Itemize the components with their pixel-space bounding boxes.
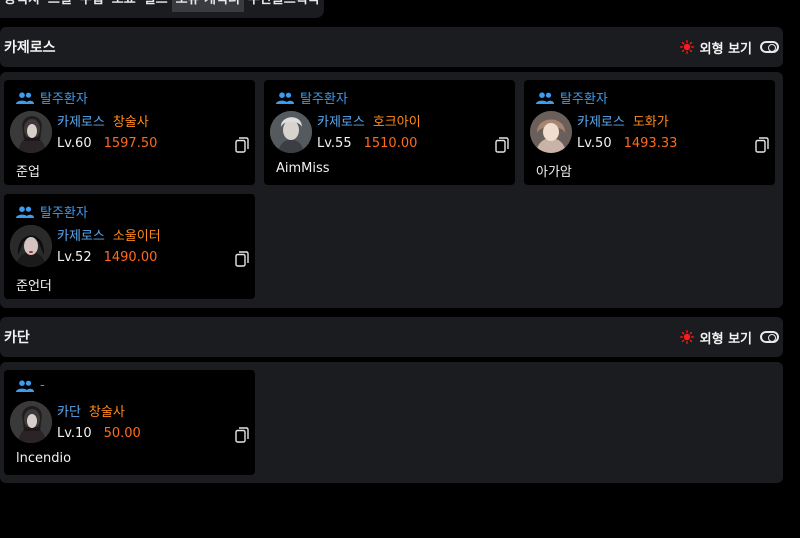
appearance-toggle[interactable]: 외형 보기 (679, 328, 779, 347)
character-class: 창술사 (88, 405, 125, 420)
item-level: 1597.50 (103, 136, 158, 151)
toggle-switch-icon[interactable] (760, 41, 779, 53)
character-card[interactable]: - 카단 창술사 Lv.10 50.00 lncendio (4, 370, 255, 475)
character-level: Lv.52 (57, 250, 92, 265)
copy-icon[interactable] (235, 427, 249, 443)
people-icon (536, 91, 554, 104)
avatar (10, 401, 52, 443)
guild-row: 탈주환자 (536, 88, 608, 107)
avatar (10, 225, 52, 267)
character-card[interactable]: 탈주환자 카제로스 도화가 Lv.50 1493.33 아가암 (524, 80, 775, 185)
avatar (10, 111, 52, 153)
server-name: 카단 (4, 330, 30, 346)
server-name: 카제로스 (4, 40, 56, 56)
people-icon (16, 379, 34, 392)
copy-icon[interactable] (235, 251, 249, 267)
character-name: 준언더 (16, 279, 52, 294)
appearance-toggle[interactable]: 외형 보기 (679, 38, 779, 57)
character-level: Lv.55 (317, 136, 352, 151)
character-card[interactable]: 탈주환자 카제로스 호크아이 Lv.55 1510.00 AimMiss (264, 80, 515, 185)
tab-stats[interactable]: 능력치 (0, 0, 44, 12)
character-name: 준업 (16, 165, 40, 180)
character-level: Lv.50 (577, 136, 612, 151)
tab-weekly-gold[interactable]: 주간골드획득 (244, 0, 324, 12)
item-level: 1493.33 (623, 136, 678, 151)
item-level: 1510.00 (363, 136, 418, 151)
appearance-label: 외형 보기 (699, 331, 752, 347)
character-class: 호크아이 (372, 115, 421, 130)
sun-icon (679, 330, 694, 344)
guild-row: - (16, 378, 45, 393)
character-level: Lv.10 (57, 426, 92, 441)
character-name: 아가암 (536, 165, 572, 180)
copy-icon[interactable] (495, 137, 509, 153)
profile-tabs: 능력치 스킬 수집 도표 길드 보유 캐릭터 주간골드획득 (0, 0, 324, 18)
character-server: 카제로스 (577, 115, 625, 130)
character-panel-kadan: - 카단 창술사 Lv.10 50.00 lncendio (0, 362, 783, 483)
character-class: 소울이터 (112, 229, 161, 244)
server-header-kadan: 카단 외형 보기 (0, 317, 783, 357)
toggle-switch-icon[interactable] (760, 331, 779, 343)
character-name: lncendio (16, 451, 72, 466)
tab-guild[interactable]: 길드 (140, 0, 172, 12)
tab-owned-characters[interactable]: 보유 캐릭터 (171, 0, 244, 12)
character-server: 카제로스 (57, 229, 105, 244)
sun-icon (679, 40, 694, 54)
people-icon (16, 91, 34, 104)
character-class: 도화가 (632, 115, 669, 130)
guild-row: 탈주환자 (276, 88, 348, 107)
character-level: Lv.60 (57, 136, 92, 151)
people-icon (276, 91, 294, 104)
guild-name[interactable]: 탈주환자 (560, 88, 608, 107)
appearance-label: 외형 보기 (699, 41, 752, 57)
server-header-kazeros: 카제로스 외형 보기 (0, 27, 783, 67)
people-icon (16, 205, 34, 218)
tab-collection[interactable]: 수집 (76, 0, 108, 12)
guild-name[interactable]: 탈주환자 (40, 88, 88, 107)
character-name: AimMiss (276, 161, 330, 176)
copy-icon[interactable] (235, 137, 249, 153)
character-panel-kazeros: 탈주환자 카제로스 창술사 Lv.60 1597.50 준업 탈주환자 카제로스… (0, 72, 783, 308)
tab-skills[interactable]: 스킬 (44, 0, 76, 12)
item-level: 1490.00 (103, 250, 158, 265)
guild-name[interactable]: 탈주환자 (40, 202, 88, 221)
avatar (270, 111, 312, 153)
character-server: 카단 (57, 405, 81, 420)
character-class: 창술사 (112, 115, 149, 130)
character-server: 카제로스 (317, 115, 365, 130)
guild-name[interactable]: - (40, 378, 45, 393)
copy-icon[interactable] (755, 137, 769, 153)
guild-name[interactable]: 탈주환자 (300, 88, 348, 107)
character-server: 카제로스 (57, 115, 105, 130)
character-card[interactable]: 탈주환자 카제로스 창술사 Lv.60 1597.50 준업 (4, 80, 255, 185)
character-card[interactable]: 탈주환자 카제로스 소울이터 Lv.52 1490.00 준언더 (4, 194, 255, 299)
avatar (530, 111, 572, 153)
guild-row: 탈주환자 (16, 88, 88, 107)
guild-row: 탈주환자 (16, 202, 88, 221)
tab-charts[interactable]: 도표 (108, 0, 140, 12)
item-level: 50.00 (103, 426, 141, 441)
